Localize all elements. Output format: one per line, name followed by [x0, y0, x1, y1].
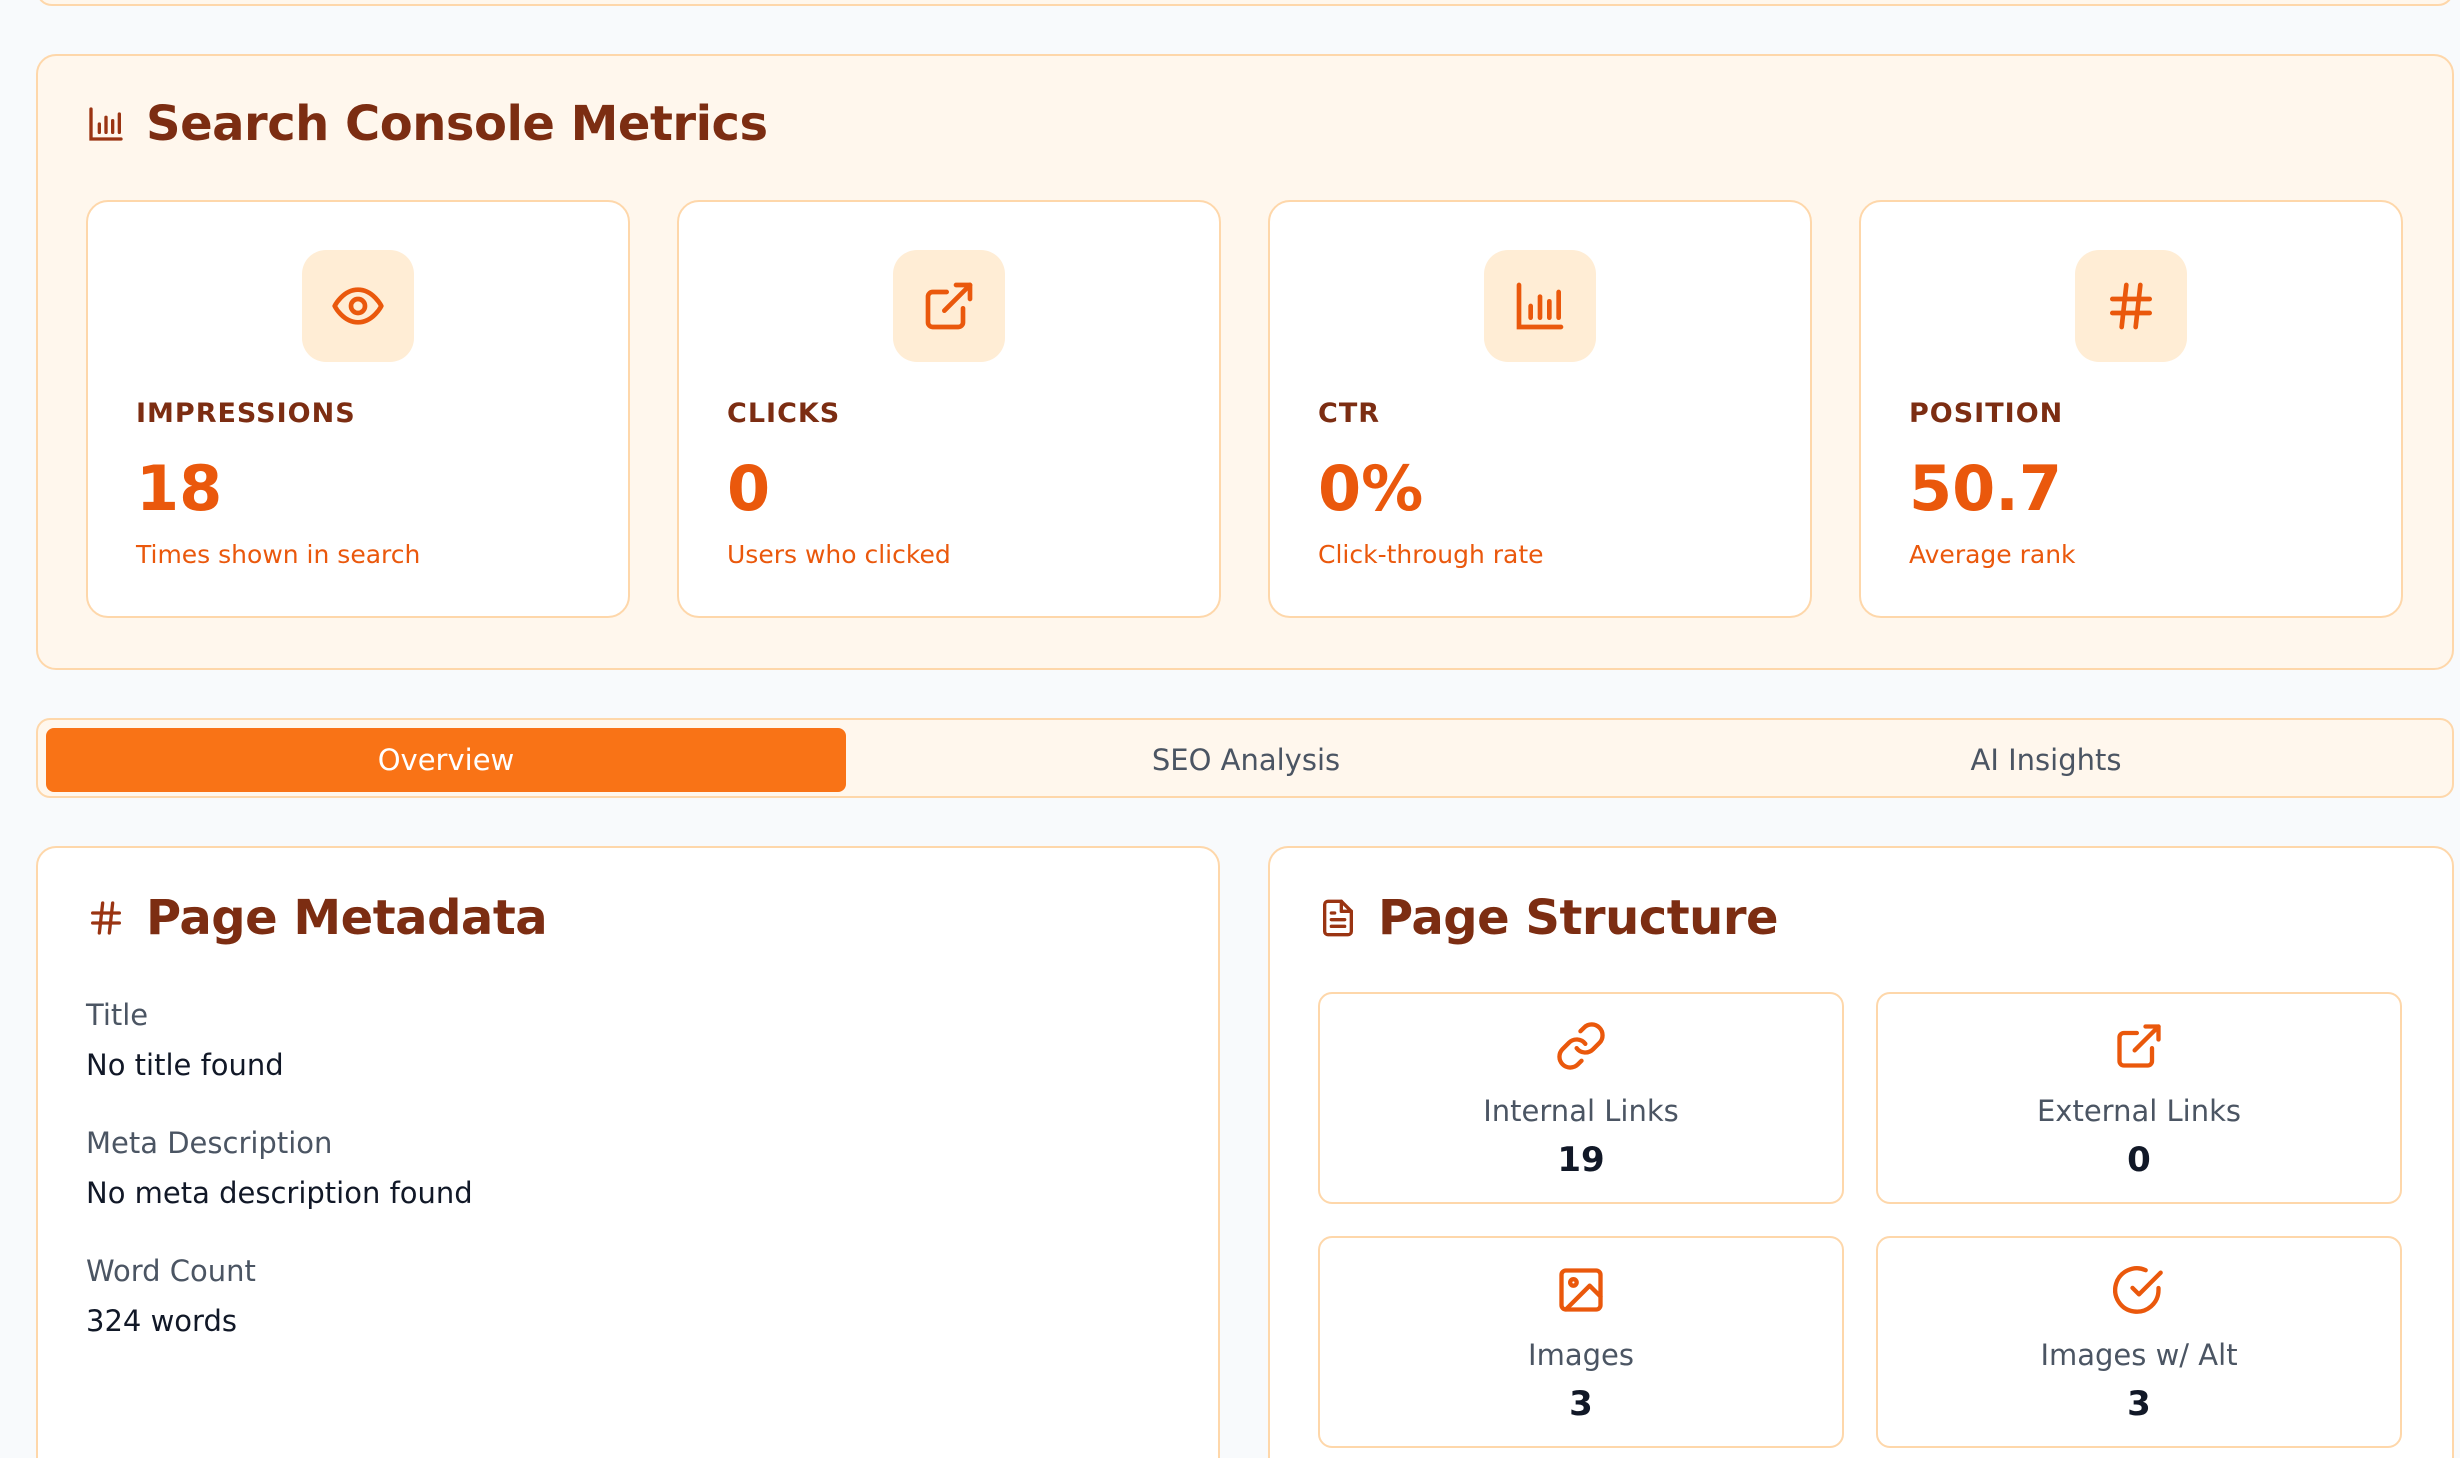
- tab-seo-analysis[interactable]: SEO Analysis: [846, 728, 1646, 792]
- position-label: POSITION: [1909, 398, 2064, 429]
- impressions-description: Times shown in search: [136, 540, 421, 569]
- eye-icon: [332, 287, 384, 325]
- metadata-heading: Page Metadata: [86, 890, 548, 946]
- metrics-heading: Search Console Metrics: [86, 96, 768, 152]
- tab-ai-insights[interactable]: AI Insights: [1646, 728, 2446, 792]
- impressions-icon-box: [302, 250, 414, 362]
- meta-description-value: No meta description found: [86, 1176, 473, 1210]
- internal-links-label: Internal Links: [1483, 1094, 1679, 1128]
- search-console-metrics-section: Search Console Metrics IMPRESSIONS 18 Ti…: [36, 54, 2454, 670]
- hash-icon: [91, 901, 122, 935]
- impressions-card: IMPRESSIONS 18 Times shown in search: [86, 200, 630, 618]
- images-label: Images: [1528, 1338, 1634, 1372]
- ctr-label: CTR: [1318, 398, 1381, 429]
- images-with-alt-label: Images w/ Alt: [2040, 1338, 2238, 1372]
- internal-links-value: 19: [1557, 1140, 1605, 1180]
- impressions-value: 18: [136, 452, 223, 525]
- check-circle-icon: [2113, 1266, 2163, 1314]
- ctr-value: 0%: [1318, 452, 1424, 525]
- clicks-icon-box: [893, 250, 1005, 362]
- page-structure-panel: Page Structure Internal Links 19 Externa…: [1268, 846, 2454, 1458]
- external-link-icon: [2117, 1024, 2161, 1068]
- internal-links-card: Internal Links 19: [1318, 992, 1844, 1204]
- meta-description-label: Meta Description: [86, 1126, 333, 1160]
- document-icon: [1323, 899, 1353, 937]
- bar-chart-icon: [1516, 282, 1564, 330]
- link-icon: [1557, 1022, 1605, 1070]
- image-icon: [1559, 1268, 1603, 1312]
- external-links-label: External Links: [2036, 1094, 2242, 1128]
- position-value: 50.7: [1909, 452, 2062, 525]
- title-field-label: Title: [86, 998, 149, 1032]
- structure-title: Page Structure: [1378, 890, 1779, 946]
- ctr-card: CTR 0% Click-through rate: [1268, 200, 1812, 618]
- previous-section-edge: [36, 0, 2454, 6]
- images-with-alt-card: Images w/ Alt 3: [1876, 1236, 2402, 1448]
- structure-heading: Page Structure: [1318, 890, 1779, 946]
- external-link-icon: [925, 282, 973, 330]
- position-card: POSITION 50.7 Average rank: [1859, 200, 2403, 618]
- position-icon-box: [2075, 250, 2187, 362]
- metadata-title: Page Metadata: [146, 890, 548, 946]
- external-links-value: 0: [2127, 1140, 2151, 1180]
- position-description: Average rank: [1909, 540, 2076, 569]
- word-count-value: 324 words: [86, 1304, 237, 1338]
- clicks-card: CLICKS 0 Users who clicked: [677, 200, 1221, 618]
- clicks-label: CLICKS: [727, 398, 841, 429]
- impressions-label: IMPRESSIONS: [136, 398, 356, 429]
- clicks-description: Users who clicked: [727, 540, 951, 569]
- hash-icon: [2110, 282, 2152, 330]
- tab-overview[interactable]: Overview: [46, 728, 846, 792]
- ctr-icon-box: [1484, 250, 1596, 362]
- images-with-alt-value: 3: [2127, 1384, 2151, 1424]
- word-count-label: Word Count: [86, 1254, 256, 1288]
- metrics-title: Search Console Metrics: [146, 96, 768, 152]
- external-links-card: External Links 0: [1876, 992, 2402, 1204]
- clicks-value: 0: [727, 452, 771, 525]
- images-card: Images 3: [1318, 1236, 1844, 1448]
- page-metadata-panel: Page Metadata Title No title found Meta …: [36, 846, 1220, 1458]
- images-value: 3: [1569, 1384, 1593, 1424]
- ctr-description: Click-through rate: [1318, 540, 1544, 569]
- tab-bar: Overview SEO Analysis AI Insights: [36, 718, 2454, 798]
- title-field-value: No title found: [86, 1048, 284, 1082]
- bar-chart-icon: [89, 107, 123, 141]
